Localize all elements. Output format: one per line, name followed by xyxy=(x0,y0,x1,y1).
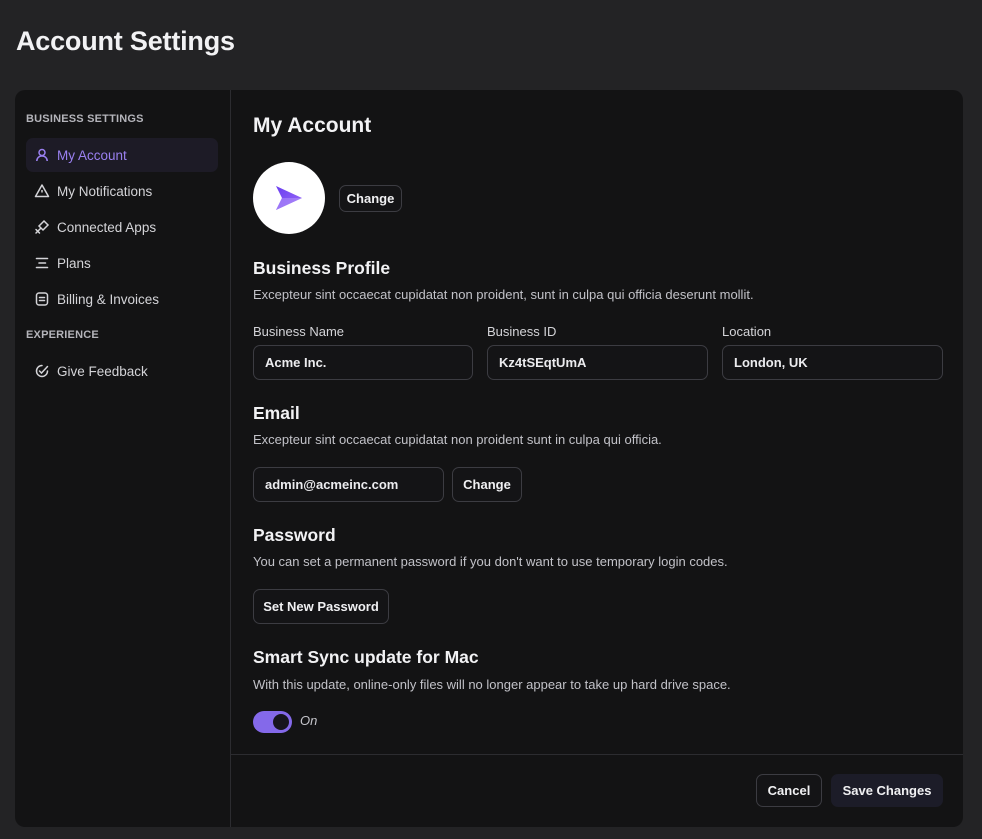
smart-sync-description: With this update, online-only files will… xyxy=(253,677,731,692)
footer-divider xyxy=(231,754,963,755)
business-profile-description: Excepteur sint occaecat cupidatat non pr… xyxy=(253,287,754,302)
send-arrow-icon xyxy=(276,186,302,210)
email-description: Excepteur sint occaecat cupidatat non pr… xyxy=(253,432,662,447)
sidebar-item-my-notifications[interactable]: My Notifications xyxy=(26,174,218,208)
settings-card: BUSINESS SETTINGS My Account My Notifica… xyxy=(15,90,963,827)
change-email-button[interactable]: Change xyxy=(452,467,522,502)
email-field[interactable]: admin@acmeinc.com xyxy=(253,467,444,502)
smart-sync-toggle-label: On xyxy=(300,713,318,728)
sidebar-item-label: Connected Apps xyxy=(57,219,157,235)
avatar xyxy=(253,162,325,234)
sidebar-item-give-feedback[interactable]: Give Feedback xyxy=(26,354,218,388)
sidebar-item-label: Give Feedback xyxy=(57,363,148,379)
business-id-label: Business ID xyxy=(487,324,557,339)
sidebar-item-label: Plans xyxy=(57,255,91,271)
location-field[interactable]: London, UK xyxy=(722,345,943,380)
location-label: Location xyxy=(722,324,772,339)
cancel-button[interactable]: Cancel xyxy=(756,774,822,807)
sidebar-item-connected-apps[interactable]: Connected Apps xyxy=(26,210,218,244)
sidebar-item-billing-invoices[interactable]: Billing & Invoices xyxy=(26,282,218,316)
email-title: Email xyxy=(253,403,300,423)
section-heading-my-account: My Account xyxy=(253,114,372,137)
sidebar-item-plans[interactable]: Plans xyxy=(26,246,218,280)
list-icon xyxy=(34,255,50,271)
sidebar-item-label: My Account xyxy=(57,147,127,163)
set-new-password-button[interactable]: Set New Password xyxy=(253,589,389,624)
business-name-field[interactable]: Acme Inc. xyxy=(253,345,473,380)
sidebar-item-label: My Notifications xyxy=(57,183,153,199)
smart-sync-title: Smart Sync update for Mac xyxy=(253,647,479,667)
password-title: Password xyxy=(253,525,336,545)
sidebar-section-experience: EXPERIENCE xyxy=(26,329,99,341)
receipt-icon xyxy=(34,291,50,307)
business-name-label: Business Name xyxy=(253,324,345,339)
smart-sync-toggle[interactable] xyxy=(253,711,292,733)
business-id-field[interactable]: Kz4tSEqtUmA xyxy=(487,345,708,380)
check-edit-icon xyxy=(34,363,50,379)
business-profile-title: Business Profile xyxy=(253,258,391,278)
sidebar-section-business-settings: BUSINESS SETTINGS xyxy=(26,113,144,125)
sidebar-item-label: Billing & Invoices xyxy=(57,291,160,307)
save-changes-button[interactable]: Save Changes xyxy=(831,774,943,807)
user-icon xyxy=(34,147,50,163)
plug-icon xyxy=(34,219,50,235)
warning-triangle-icon xyxy=(34,183,50,199)
password-description: You can set a permanent password if you … xyxy=(253,554,728,569)
sidebar: BUSINESS SETTINGS My Account My Notifica… xyxy=(15,90,231,827)
change-avatar-button[interactable]: Change xyxy=(339,185,402,212)
page-title: Account Settings xyxy=(16,26,235,56)
sidebar-item-my-account[interactable]: My Account xyxy=(26,138,218,172)
toggle-knob xyxy=(273,714,289,730)
main-panel: My Account Change Business Profile Excep… xyxy=(231,90,963,827)
